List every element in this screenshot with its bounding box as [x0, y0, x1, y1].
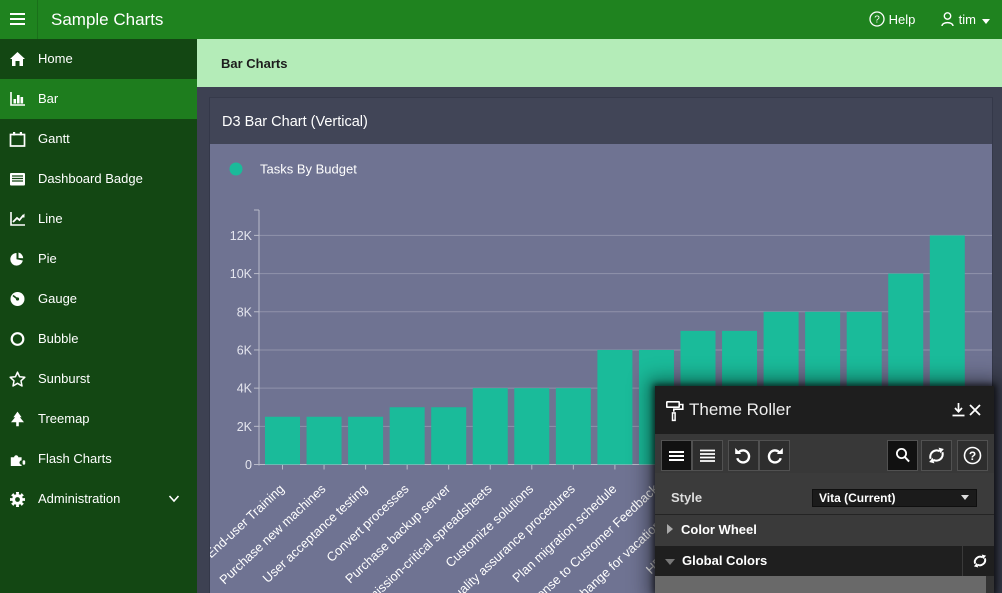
svg-text:?: ?	[969, 449, 976, 463]
svg-text:6K: 6K	[237, 343, 253, 357]
svg-text:?: ?	[874, 15, 880, 26]
svg-text:8K: 8K	[237, 305, 253, 319]
svg-text:Tasks By Budget: Tasks By Budget	[260, 162, 357, 177]
svg-text:0: 0	[245, 458, 252, 472]
svg-text:10K: 10K	[230, 267, 253, 281]
svg-text:12K: 12K	[230, 229, 253, 243]
svg-text:2K: 2K	[237, 420, 253, 434]
svg-text:4K: 4K	[237, 382, 253, 396]
